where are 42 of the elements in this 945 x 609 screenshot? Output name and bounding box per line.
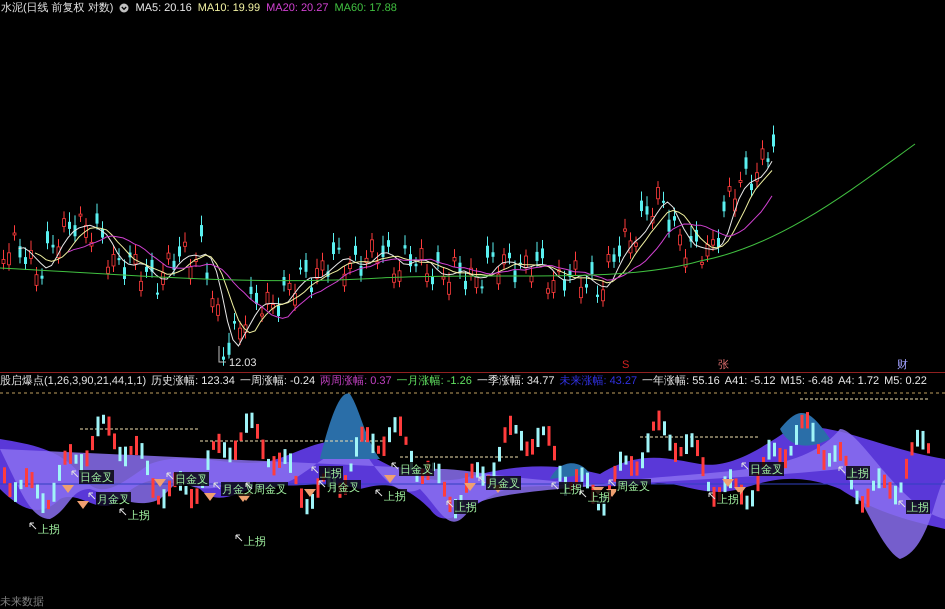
signal-label: 上拐 bbox=[552, 482, 583, 496]
stat-label: A41: -5.12 bbox=[724, 376, 776, 386]
stat-label: 一周涨幅: -0.24 bbox=[240, 376, 316, 386]
stat-label: 一年涨幅: 55.16 bbox=[642, 376, 720, 386]
signal-label: 月金叉 bbox=[88, 492, 131, 506]
stat-label: M15: -6.48 bbox=[780, 376, 834, 386]
signal-label: 周金叉 bbox=[608, 479, 651, 493]
signal-label: 上拐 bbox=[708, 492, 740, 506]
ma-legend-label: MA60: 17.88 bbox=[334, 2, 397, 14]
signal-label: 上拐 bbox=[312, 466, 343, 480]
stat-label: 两周涨幅: 0.37 bbox=[320, 376, 392, 386]
signal-label: 上拐 bbox=[580, 490, 611, 504]
signal-label: 上拐 bbox=[446, 500, 478, 514]
signal-label: 上拐 bbox=[838, 466, 870, 480]
footer-label: 未来数据 bbox=[0, 595, 44, 609]
signal-label: 日金叉 bbox=[392, 462, 434, 476]
event-marker: S bbox=[622, 359, 630, 371]
stat-label: 未来涨幅: 43.27 bbox=[559, 376, 638, 386]
signal-label: 日金叉 bbox=[166, 472, 209, 486]
ma-legend-label: MA10: 19.99 bbox=[198, 2, 260, 14]
signal-label: 上拐 bbox=[236, 534, 267, 548]
signal-label: 月金叉 bbox=[318, 480, 361, 494]
stat-label: 一月涨幅: -1.26 bbox=[396, 376, 472, 386]
stat-label: 历史涨幅: 123.34 bbox=[151, 376, 235, 386]
signal-label: 上拐 bbox=[30, 522, 61, 536]
signal-label: 上拐 bbox=[120, 508, 151, 522]
signal-label: 日金叉 bbox=[72, 470, 114, 484]
event-marker: 张 bbox=[718, 359, 729, 371]
chart-title: 水泥(日线 前复权 对数) bbox=[1, 2, 114, 14]
ma-legend-label: MA20: 20.27 bbox=[266, 2, 328, 14]
indicator-name: 股启爆点(1,26,3,90,21,44,1,1) bbox=[0, 376, 146, 386]
signal-label: 上拐 bbox=[898, 500, 930, 514]
dropdown-icon[interactable] bbox=[119, 3, 130, 13]
signal-label: 上拐 bbox=[376, 489, 407, 503]
stat-label: 一季涨幅: 34.77 bbox=[476, 376, 554, 386]
low-price-label: 12.03 bbox=[218, 346, 257, 369]
ma-legend-label: MA5: 20.16 bbox=[135, 2, 192, 14]
stat-label: A4: 1.72 bbox=[838, 376, 880, 386]
signal-label: 日金叉 bbox=[742, 462, 784, 476]
event-marker: 财 bbox=[897, 359, 908, 371]
signal-label: 月金叉 bbox=[478, 476, 521, 490]
stat-label: M5: 0.22 bbox=[884, 376, 927, 386]
